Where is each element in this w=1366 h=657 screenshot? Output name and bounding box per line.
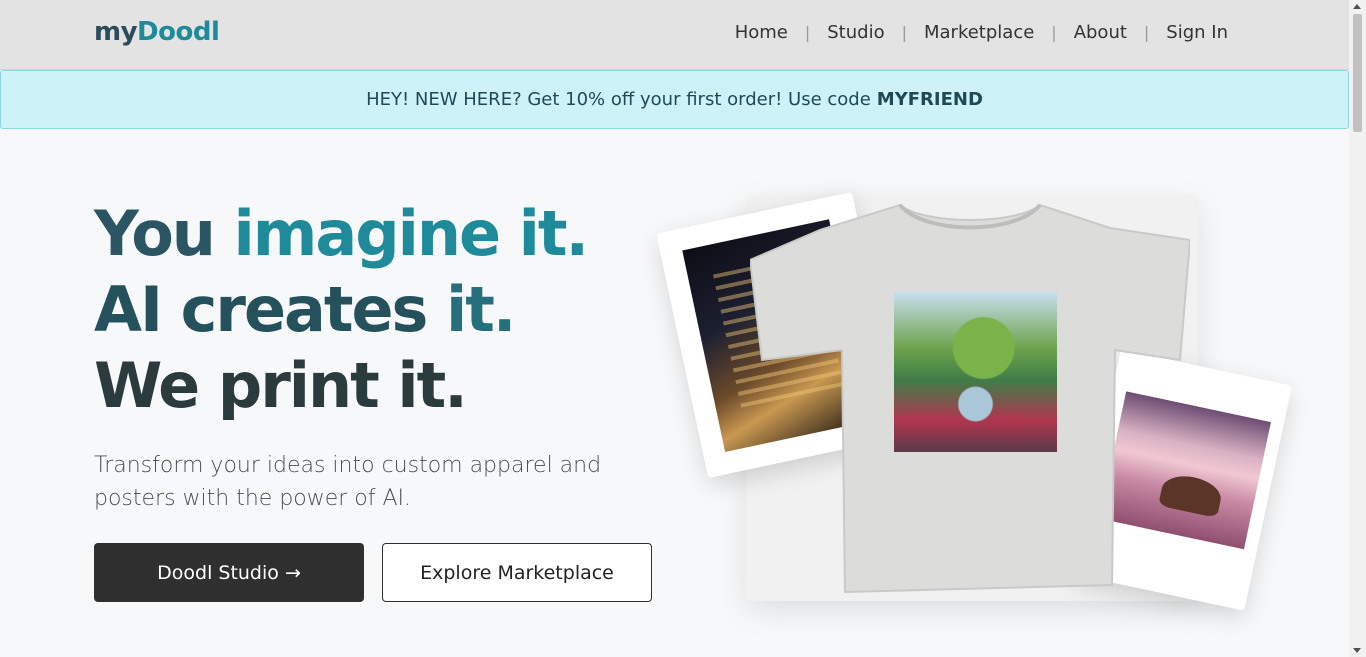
nav-about[interactable]: About [1074, 22, 1127, 43]
hero-line-2: AI creates it. [94, 272, 587, 348]
nav-separator: | [901, 23, 907, 42]
tshirt-print-image [894, 292, 1057, 452]
explore-marketplace-button[interactable]: Explore Marketplace [382, 543, 652, 602]
nav-separator: | [1051, 23, 1057, 42]
logo[interactable]: myDoodl [94, 17, 220, 47]
logo-my: my [94, 17, 138, 47]
promo-text: HEY! NEW HERE? Get 10% off your first or… [366, 89, 871, 110]
hero-line-1: You imagine it. [94, 196, 590, 272]
nav-marketplace[interactable]: Marketplace [924, 22, 1034, 43]
promo-code: MYFRIEND [876, 89, 983, 110]
doodl-studio-button[interactable]: Doodl Studio → [94, 543, 364, 602]
scroll-up-icon[interactable] [1353, 4, 1361, 9]
nav-home[interactable]: Home [735, 22, 788, 43]
hero-line-1-a: You [94, 197, 234, 270]
hero-line-2-b: it. [446, 273, 516, 346]
nav-sign-in[interactable]: Sign In [1166, 22, 1228, 43]
nav-separator: | [1143, 23, 1150, 42]
hero-line-1-b: imagine it. [233, 197, 590, 270]
hero-subtitle: Transform your ideas into custom apparel… [94, 453, 602, 511]
nav-separator: | [804, 23, 811, 42]
hero-title: You imagine it. AI creates it. We print … [94, 196, 590, 424]
site-header: myDoodl Home | Studio | Marketplace | Ab… [0, 0, 1349, 70]
hero-line-3: We print it. [94, 349, 468, 422]
main-nav: Home | Studio | Marketplace | About | Si… [735, 22, 1228, 43]
hero-line-2-a: AI creates [94, 273, 447, 346]
promo-banner: HEY! NEW HERE? Get 10% off your first or… [0, 70, 1349, 129]
scrollbar-thumb[interactable] [1353, 14, 1362, 132]
scroll-down-icon[interactable] [1353, 648, 1361, 653]
page-scrollbar[interactable] [1349, 0, 1366, 657]
logo-doodl: Doodl [137, 17, 220, 47]
nav-studio[interactable]: Studio [827, 22, 884, 43]
